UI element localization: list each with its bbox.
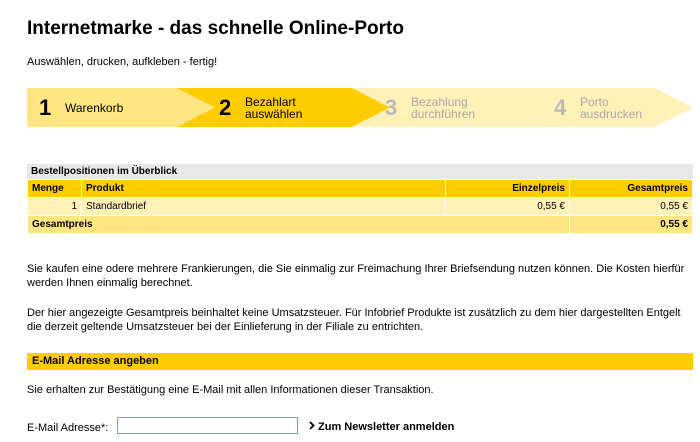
step-porto: 4 Porto ausdrucken (527, 88, 693, 127)
order-heading: Bestellpositionen im Überblick (27, 164, 693, 179)
step-label-line2: ausdrucken (580, 107, 643, 121)
newsletter-link[interactable]: Zum Newsletter anmelden (309, 421, 454, 433)
table-row: 1 Standardbrief 0,55 € 0,55 € (27, 197, 693, 216)
step-label: Warenkorb (65, 101, 124, 115)
info-paragraph-tax: Der hier angezeigte Gesamtpreis beinhalt… (27, 307, 681, 333)
cell-einzelpreis: 0,55 € (445, 197, 570, 216)
total-label: Gesamtpreis (27, 215, 570, 234)
step-label-line2: durchführen (411, 107, 476, 121)
email-field[interactable] (117, 417, 298, 434)
order-table-header: Menge Produkt Einzelpreis Gesamtpreis (27, 179, 693, 198)
col-einzelpreis: Einzelpreis (445, 179, 570, 198)
order-table: Menge Produkt Einzelpreis Gesamtpreis 1 … (27, 179, 693, 234)
email-section-title: E-Mail Adresse angeben (32, 355, 159, 367)
col-menge: Menge (27, 179, 82, 198)
page-title: Internetmarke - das schnelle Online-Port… (27, 18, 404, 39)
chevron-right-icon (309, 421, 315, 430)
checkout-steps: 1 Warenkorb 2 Bezahlart auswählen 3 Beza… (27, 88, 693, 127)
cell-menge: 1 (27, 197, 82, 216)
info-paragraph-costs: Sie kaufen eine odere mehrere Frankierun… (27, 263, 685, 289)
cell-produkt: Standardbrief (81, 197, 446, 216)
email-label: E-Mail Adresse*: (27, 422, 109, 434)
newsletter-link-label: Zum Newsletter anmelden (318, 421, 455, 433)
order-overview: Bestellpositionen im Überblick Menge Pro… (27, 164, 693, 234)
cell-gesamtpreis: 0,55 € (569, 197, 693, 216)
step-number: 2 (219, 95, 232, 120)
total-row: Gesamtpreis 0,55 € (27, 215, 693, 234)
total-value: 0,55 € (569, 215, 693, 234)
step-number: 3 (385, 95, 398, 120)
col-gesamtpreis: Gesamtpreis (569, 179, 693, 198)
step-number: 4 (554, 95, 567, 120)
step-number: 1 (39, 95, 52, 120)
page: Internetmarke - das schnelle Online-Port… (0, 0, 700, 442)
email-description: Sie erhalten zur Bestätigung eine E-Mail… (27, 384, 434, 396)
email-section-header: E-Mail Adresse angeben (27, 353, 693, 370)
col-produkt: Produkt (81, 179, 446, 198)
page-subtitle: Auswählen, drucken, aufkleben - fertig! (27, 56, 218, 68)
step-label-line2: auswählen (245, 107, 303, 121)
